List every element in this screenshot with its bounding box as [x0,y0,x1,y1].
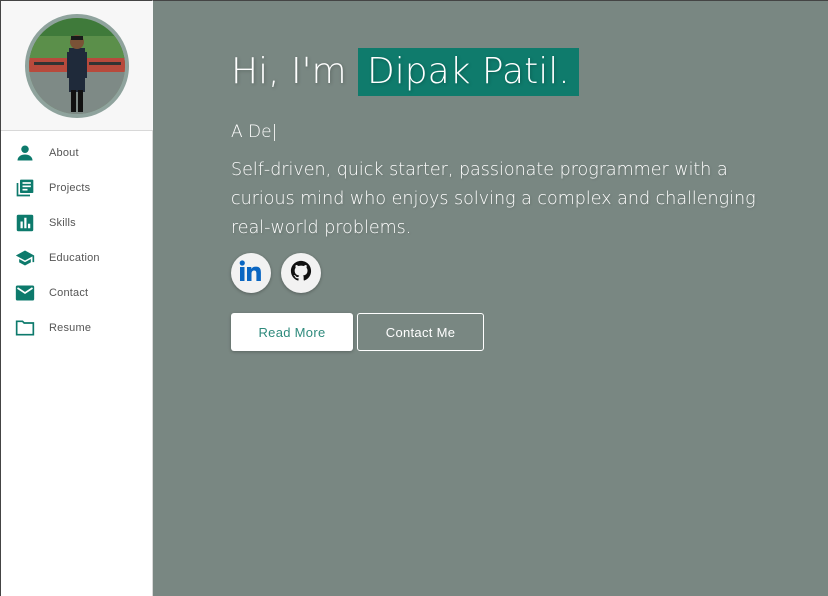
sidebar-item-about[interactable]: About [1,135,152,170]
folder-icon [15,318,35,338]
typed-role-text: A De| [231,122,278,142]
social-links [231,253,791,293]
profile-header [1,1,153,131]
library-books-icon [15,178,35,198]
sidebar-nav: About Projects Skills Education Contact [1,131,152,345]
github-icon [290,260,312,287]
sidebar-item-resume[interactable]: Resume [1,310,152,345]
bar-chart-icon [15,213,35,233]
page-title: Hi, I'm Dipak Patil. [231,48,791,96]
sidebar-item-projects[interactable]: Projects [1,170,152,205]
bio-text: Self-driven, quick starter, passionate p… [231,160,756,238]
name-highlight: Dipak Patil. [358,48,579,96]
school-icon [15,248,35,268]
hero-actions: Read More Contact Me [231,313,791,351]
sidebar-item-skills[interactable]: Skills [1,205,152,240]
avatar [25,13,129,118]
contact-me-button[interactable]: Contact Me [357,313,484,351]
linkedin-link[interactable] [231,253,271,293]
read-more-button[interactable]: Read More [231,313,353,351]
linkedin-icon [239,259,263,287]
sidebar-item-education[interactable]: Education [1,240,152,275]
mail-icon [15,283,35,303]
sidebar-item-label: Contact [49,286,89,299]
hero-section: Hi, I'm Dipak Patil. A De| Self-driven, … [153,0,828,596]
sidebar-item-contact[interactable]: Contact [1,275,152,310]
sidebar-item-label: About [49,146,79,159]
sidebar-item-label: Skills [49,216,76,229]
github-link[interactable] [281,253,321,293]
sidebar-item-label: Resume [49,321,92,334]
greeting-prefix: Hi, I'm [231,51,347,92]
sidebar-item-label: Projects [49,181,91,194]
hero-content: Hi, I'm Dipak Patil. A De| Self-driven, … [231,48,791,351]
person-icon [15,143,35,163]
sidebar-item-label: Education [49,251,100,264]
sidebar: About Projects Skills Education Contact [0,0,153,596]
